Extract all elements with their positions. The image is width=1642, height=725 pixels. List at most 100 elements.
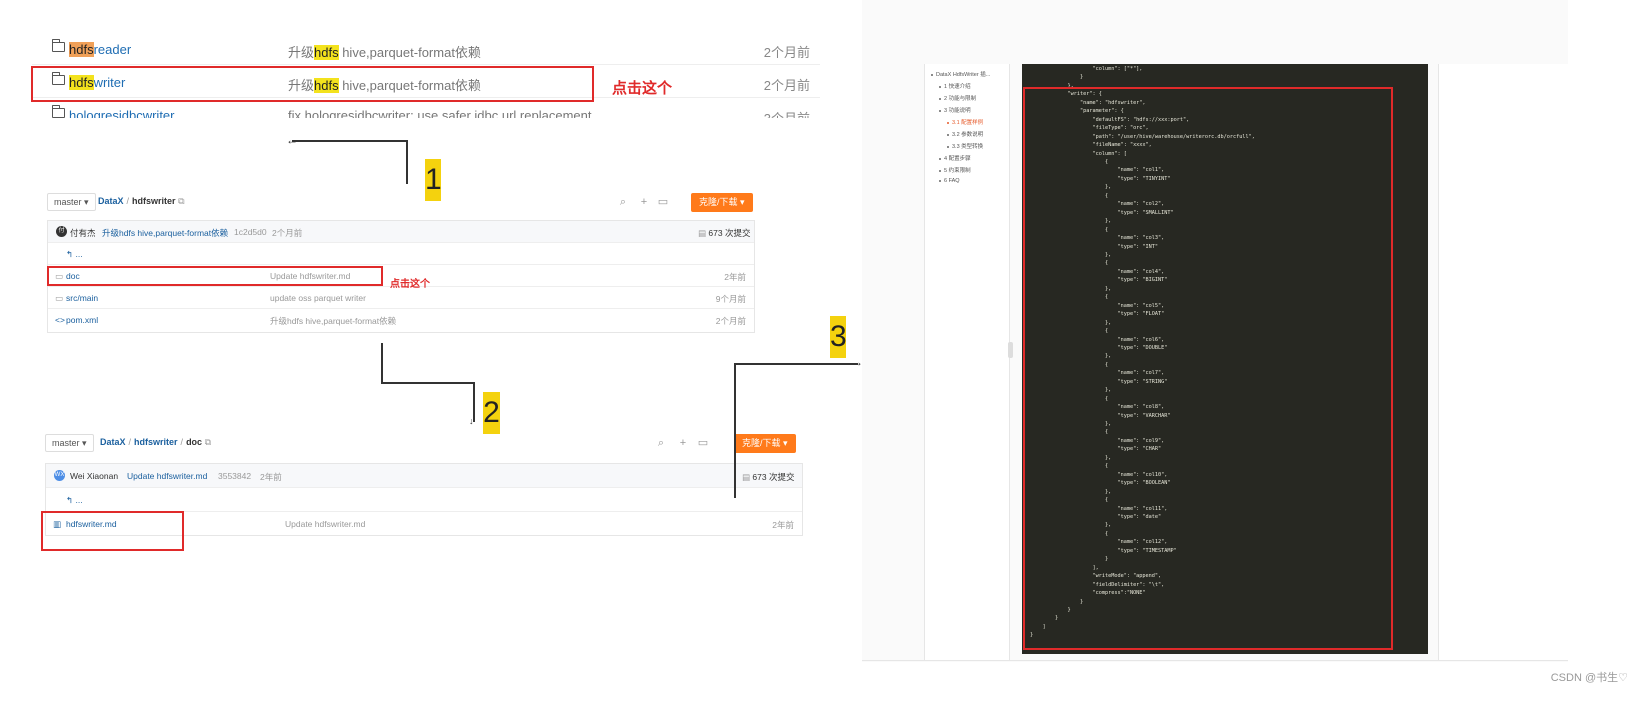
result-name[interactable]: hologresjdbcwriter	[69, 108, 175, 118]
result-time: 2个月前	[763, 78, 810, 93]
search-highlight: hdfs	[69, 42, 94, 57]
divider	[862, 660, 1568, 661]
watermark: CSDN @书生♡	[1550, 672, 1628, 684]
parent-dir-link[interactable]: ↰ ...	[66, 249, 83, 260]
highlight-box-hdfswriter-md	[41, 511, 184, 551]
doc-right-gutter	[1438, 64, 1568, 660]
toc-item[interactable]: 6 FAQ	[939, 178, 960, 184]
avatar: 付	[56, 226, 67, 237]
last-commit-row: 付 付有杰 升级hdfs hive,parquet-format依赖 1c2d5…	[48, 221, 754, 243]
search-icon[interactable]: ⌕	[655, 437, 667, 449]
commit-count[interactable]: ▤ 673 次提交	[742, 471, 794, 483]
highlight-box-doc	[47, 266, 383, 286]
copy-icon[interactable]: ⧉	[178, 196, 184, 206]
result-time: 2个月前	[763, 45, 810, 60]
web-ide-icon[interactable]: ▭	[657, 196, 669, 208]
file-name[interactable]: src/main	[66, 293, 98, 303]
commit-time: 2个月前	[272, 228, 303, 238]
repo-toolbar: master ▾ DataX / hdfswriter / doc ⧉ ⌕ + ▭ 克隆…	[45, 434, 803, 454]
highlight-box-hdfswriter	[31, 66, 594, 102]
click-here-annotation: 点击这个	[612, 80, 673, 97]
arrow-down-icon: ↓	[469, 416, 474, 426]
breadcrumb-mid-link[interactable]: hdfswriter	[134, 437, 178, 447]
result-commit-message: fix hologresjdbcwriter: use safer jdbc u…	[288, 108, 592, 118]
file-row-src-main[interactable]: ▭ src/main update oss parquet writer 9个月…	[48, 287, 754, 309]
result-name-rest: reader	[93, 42, 132, 57]
breadcrumb-current: hdfswriter	[132, 196, 176, 206]
step-number-2: 2	[483, 392, 500, 434]
arrow-right-icon: →	[851, 355, 863, 369]
commit-message[interactable]: Update hdfswriter.md	[127, 471, 207, 481]
toc-item-active[interactable]: 3.1 配置样例	[947, 118, 983, 126]
sidebar-collapse-handle[interactable]	[1008, 342, 1013, 358]
folder-icon: ▭	[55, 293, 64, 303]
file-commit-message[interactable]: 升级hdfs hive,parquet-format依赖	[270, 315, 396, 327]
commit-author[interactable]: 付有杰	[70, 227, 96, 239]
search-highlight: hdfs	[314, 45, 339, 60]
result-name-rest: hologresjdbcwriter	[69, 108, 175, 118]
toc-item[interactable]: DataX HdfsWriter 插...	[931, 70, 990, 78]
commit-time: 2年前	[260, 472, 282, 482]
web-ide-icon[interactable]: ▭	[697, 437, 709, 449]
toc-item[interactable]: 3 功能说明	[939, 106, 971, 114]
toc-item[interactable]: 1 快速介绍	[939, 82, 971, 90]
arrow-line	[406, 140, 408, 184]
commit-author[interactable]: Wei Xiaonan	[70, 471, 118, 481]
commit-history-icon: ▤	[742, 472, 753, 482]
file-name[interactable]: pom.xml	[66, 315, 98, 325]
arrow-left-icon: ←	[286, 133, 298, 147]
breadcrumb-current: doc	[186, 437, 203, 447]
toc-item[interactable]: 4 配置步骤	[939, 154, 971, 162]
arrow-line	[292, 140, 407, 142]
file-time: 9个月前	[715, 294, 746, 304]
doc-toc-sidebar: DataX HdfsWriter 插... 1 快速介绍 2 功能与限制 3 功…	[924, 64, 1010, 660]
file-commit-message[interactable]: update oss parquet writer	[270, 293, 366, 303]
highlight-box-writer-config	[1023, 87, 1393, 650]
breadcrumb-root-link[interactable]: DataX	[98, 196, 124, 206]
repo-toolbar: master ▾ DataX / hdfswriter ⧉ ⌕ + ▭ 克隆/下载 …	[47, 193, 755, 213]
arrow-line	[734, 363, 858, 365]
toc-item[interactable]: 2 功能与限制	[939, 94, 976, 102]
code-file-icon: <>	[55, 315, 65, 325]
arrow-line	[381, 343, 383, 383]
commit-history-icon: ▤	[698, 228, 709, 238]
clone-download-button[interactable]: 克隆/下载 ▾	[734, 434, 796, 453]
parent-dir-row[interactable]: ↰ ...	[46, 488, 802, 512]
avatar: WX	[54, 470, 65, 481]
clone-download-button[interactable]: 克隆/下载 ▾	[691, 193, 753, 212]
branch-selector[interactable]: master ▾	[45, 434, 94, 452]
step-number-3: 3	[830, 316, 847, 358]
toc-item[interactable]: 5 约束限制	[939, 166, 971, 174]
breadcrumb: DataX / hdfswriter ⧉	[98, 196, 185, 206]
commit-count[interactable]: ▤ 673 次提交	[698, 227, 750, 239]
result-name[interactable]: hdfsreader	[69, 42, 131, 57]
copy-icon[interactable]: ⧉	[205, 437, 211, 447]
commit-sha[interactable]: 3553842	[218, 471, 251, 481]
commit-sha[interactable]: 1c2d5d0	[234, 227, 267, 237]
result-commit-message: 升级hdfs hive,parquet-format依赖	[288, 45, 481, 60]
toc-item[interactable]: 3.2 参数说明	[947, 130, 983, 138]
file-time: 2个月前	[715, 316, 746, 326]
file-time: 2年前	[772, 520, 794, 530]
commit-message[interactable]: 升级hdfs hive,parquet-format依赖	[102, 227, 228, 239]
toc-item[interactable]: 3.3 类型转换	[947, 142, 983, 150]
result-time: 3个月前	[764, 108, 810, 118]
result-row-hdfsreader[interactable]: hdfsreader 升级hdfs hive,parquet-format依赖 …	[32, 32, 820, 65]
search-icon[interactable]: ⌕	[617, 196, 629, 208]
arrow-line	[381, 382, 474, 384]
click-here-annotation: 点击这个	[390, 279, 430, 290]
folder-icon	[51, 105, 65, 118]
folder-icon	[51, 39, 65, 52]
file-row-pom[interactable]: <> pom.xml 升级hdfs hive,parquet-format依赖 …	[48, 309, 754, 331]
parent-dir-row[interactable]: ↰ ...	[48, 243, 754, 265]
arrow-line	[734, 363, 736, 498]
breadcrumb-root-link[interactable]: DataX	[100, 437, 126, 447]
branch-selector[interactable]: master ▾	[47, 193, 96, 211]
last-commit-row: WX Wei Xiaonan Update hdfswriter.md 3553…	[46, 464, 802, 488]
breadcrumb: DataX / hdfswriter / doc ⧉	[100, 437, 212, 447]
add-icon[interactable]: +	[677, 437, 689, 449]
add-icon[interactable]: +	[638, 196, 650, 208]
parent-dir-link[interactable]: ↰ ...	[66, 495, 83, 506]
file-commit-message[interactable]: Update hdfswriter.md	[285, 519, 365, 529]
file-time: 2年前	[724, 272, 746, 282]
